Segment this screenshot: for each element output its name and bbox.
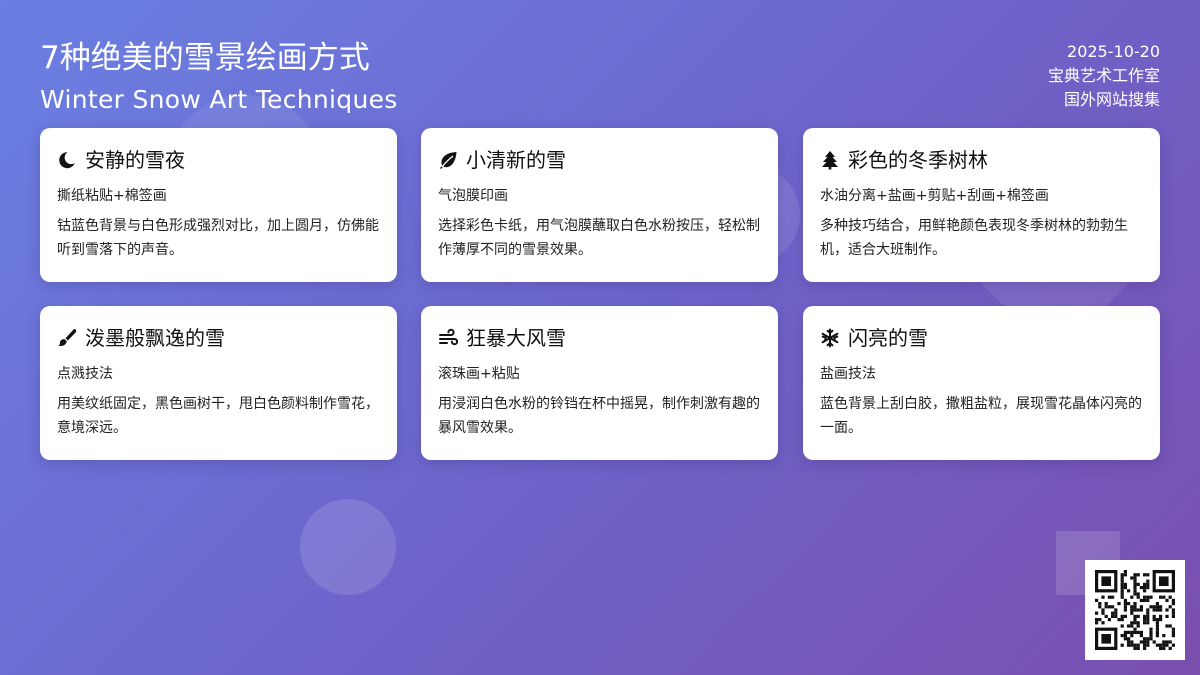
card-description: 选择彩色卡纸，用气泡膜蘸取白色水粉按压，轻松制作薄厚不同的雪景效果。 xyxy=(438,218,760,258)
qr-code-icon[interactable] xyxy=(1085,560,1185,660)
leaf-icon xyxy=(438,150,458,170)
card-title: 彩色的冬季树林 xyxy=(848,148,988,172)
date-label: 2025-10-20 xyxy=(1067,42,1160,61)
card-description: 多种技巧结合，用鲜艳颜色表现冬季树林的勃勃生机，适合大班制作。 xyxy=(820,218,1128,258)
card-description: 用浸润白色水粉的铃铛在杯中摇晃，制作刺激有趣的暴风雪效果。 xyxy=(438,396,760,436)
tree-icon xyxy=(820,150,840,170)
technique-card: 小清新的雪 气泡膜印画 选择彩色卡纸，用气泡膜蘸取白色水粉按压，轻松制作薄厚不同… xyxy=(421,128,778,282)
card-method: 撕纸粘贴+棉签画 xyxy=(57,188,167,204)
header-meta: 2025-10-20 宝典艺术工作室 国外网站搜集 xyxy=(1048,40,1160,112)
technique-card: 安静的雪夜 撕纸粘贴+棉签画 钴蓝色背景与白色形成强烈对比，加上圆月，仿佛能听到… xyxy=(40,128,397,282)
technique-card: 闪亮的雪 盐画技法 蓝色背景上刮白胶，撒粗盐粒，展现雪花晶体闪亮的一面。 xyxy=(803,306,1160,460)
technique-card: 狂暴大风雪 滚珠画+粘贴 用浸润白色水粉的铃铛在杯中摇晃，制作刺激有趣的暴风雪效… xyxy=(421,306,778,460)
decorative-circle xyxy=(300,499,396,595)
card-method: 水油分离+盐画+剪贴+刮画+棉签画 xyxy=(820,188,1049,204)
card-title: 狂暴大风雪 xyxy=(466,326,566,350)
card-method: 盐画技法 xyxy=(820,366,876,382)
card-description: 蓝色背景上刮白胶，撒粗盐粒，展现雪花晶体闪亮的一面。 xyxy=(820,396,1142,436)
moon-icon xyxy=(57,150,77,170)
card-title: 泼墨般飘逸的雪 xyxy=(85,326,225,350)
card-title: 闪亮的雪 xyxy=(848,326,928,350)
page-subtitle: Winter Snow Art Techniques xyxy=(40,85,398,114)
page-title: 7种绝美的雪景绘画方式 xyxy=(40,40,370,76)
paintbrush-icon xyxy=(57,328,77,348)
card-description: 用美纹纸固定，黑色画树干，甩白色颜料制作雪花，意境深远。 xyxy=(57,396,379,436)
card-description: 钴蓝色背景与白色形成强烈对比，加上圆月，仿佛能听到雪落下的声音。 xyxy=(57,218,379,258)
studio-label: 宝典艺术工作室 xyxy=(1047,66,1160,85)
card-method: 气泡膜印画 xyxy=(438,188,508,204)
card-method: 点溅技法 xyxy=(57,366,113,382)
card-method: 滚珠画+粘贴 xyxy=(438,366,520,382)
card-title: 安静的雪夜 xyxy=(85,148,185,172)
wind-icon xyxy=(438,328,458,348)
card-title: 小清新的雪 xyxy=(466,148,566,172)
technique-card: 彩色的冬季树林 水油分离+盐画+剪贴+刮画+棉签画 多种技巧结合，用鲜艳颜色表现… xyxy=(803,128,1160,282)
source-label: 国外网站搜集 xyxy=(1063,90,1160,109)
snowflake-icon xyxy=(820,328,840,348)
technique-card: 泼墨般飘逸的雪 点溅技法 用美纹纸固定，黑色画树干，甩白色颜料制作雪花，意境深远… xyxy=(40,306,397,460)
